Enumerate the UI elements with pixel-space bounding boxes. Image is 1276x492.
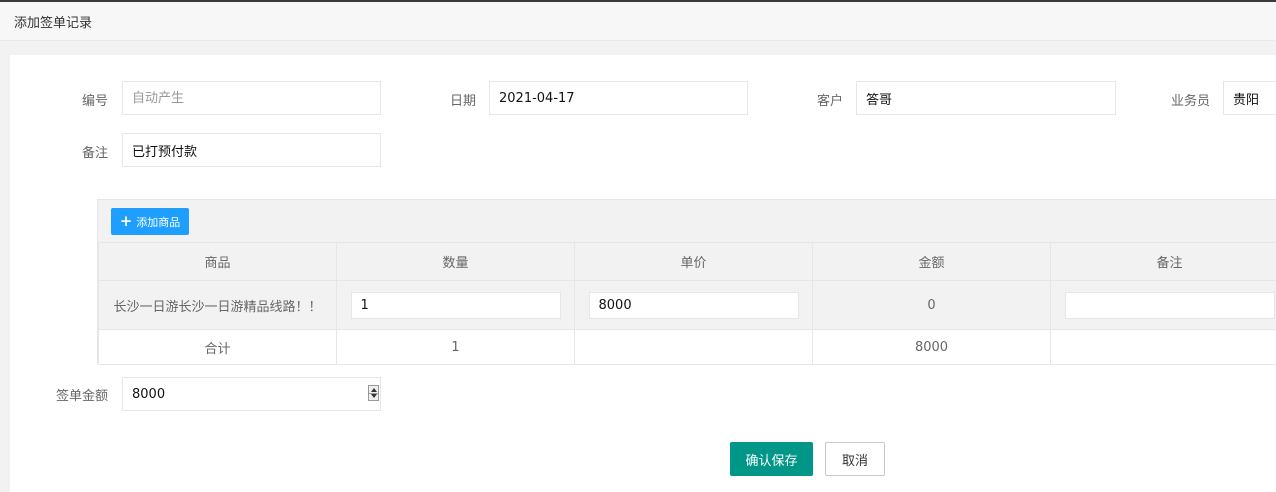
total-row: 合计 1 8000 bbox=[98, 329, 1276, 365]
header-amount: 金额 bbox=[812, 242, 1051, 281]
date-label: 日期 bbox=[449, 94, 476, 109]
total-quantity: 1 bbox=[336, 329, 575, 365]
remark-cell bbox=[1050, 280, 1276, 330]
amount-field bbox=[122, 377, 381, 411]
total-remark bbox=[1050, 329, 1276, 365]
add-product-button[interactable]: + 添加商品 bbox=[111, 208, 189, 235]
form-panel: 编号 日期 客户 业务员 备注 + 添加商品 商品 数量 单价 金额 备注 bbox=[10, 55, 1276, 492]
amount-cell: 0 bbox=[812, 280, 1051, 330]
price-input[interactable] bbox=[588, 291, 799, 319]
plus-icon: + bbox=[119, 212, 133, 230]
total-price bbox=[574, 329, 813, 365]
dialog-header: 添加签单记录 bbox=[0, 2, 1276, 41]
spinner-up-icon[interactable] bbox=[371, 388, 377, 392]
save-button[interactable]: 确认保存 bbox=[730, 442, 813, 476]
salesperson-input[interactable] bbox=[1223, 81, 1276, 115]
product-table-container: + 添加商品 商品 数量 单价 金额 备注 长沙一日游长沙一日游精品线路！！ 1… bbox=[97, 199, 1276, 365]
spinner-arrows-icon[interactable] bbox=[368, 385, 379, 401]
spinner-down-icon[interactable] bbox=[371, 394, 377, 398]
cancel-button[interactable]: 取消 bbox=[825, 442, 885, 476]
total-amount: 8000 bbox=[812, 329, 1051, 365]
remark-input[interactable] bbox=[122, 133, 381, 167]
amount-label: 签单金额 bbox=[55, 389, 108, 404]
salesperson-label: 业务员 bbox=[1170, 94, 1210, 109]
remark-label: 备注 bbox=[81, 146, 108, 161]
header-price: 单价 bbox=[574, 242, 813, 281]
number-input[interactable] bbox=[122, 81, 381, 115]
quantity-cell bbox=[336, 280, 575, 330]
total-label: 合计 bbox=[98, 329, 337, 365]
amount-input[interactable] bbox=[122, 377, 381, 411]
table-row: 长沙一日游长沙一日游精品线路！！ 0 bbox=[98, 280, 1276, 330]
header-quantity: 数量 bbox=[336, 242, 575, 281]
date-input[interactable] bbox=[489, 81, 748, 115]
quantity-input[interactable] bbox=[350, 291, 561, 319]
customer-label: 客户 bbox=[816, 94, 843, 109]
row-remark-input[interactable] bbox=[1064, 291, 1275, 319]
header-product: 商品 bbox=[98, 242, 337, 281]
dialog-title: 添加签单记录 bbox=[14, 16, 93, 31]
number-label: 编号 bbox=[81, 94, 108, 109]
product-name-cell: 长沙一日游长沙一日游精品线路！！ bbox=[98, 280, 337, 330]
add-product-label: 添加商品 bbox=[136, 215, 181, 229]
header-remark: 备注 bbox=[1050, 242, 1276, 281]
table-header-row: 商品 数量 单价 金额 备注 bbox=[98, 242, 1276, 281]
customer-input[interactable] bbox=[856, 81, 1116, 115]
product-table: 商品 数量 单价 金额 备注 长沙一日游长沙一日游精品线路！！ 0 合计 bbox=[98, 242, 1276, 365]
price-cell bbox=[574, 280, 813, 330]
